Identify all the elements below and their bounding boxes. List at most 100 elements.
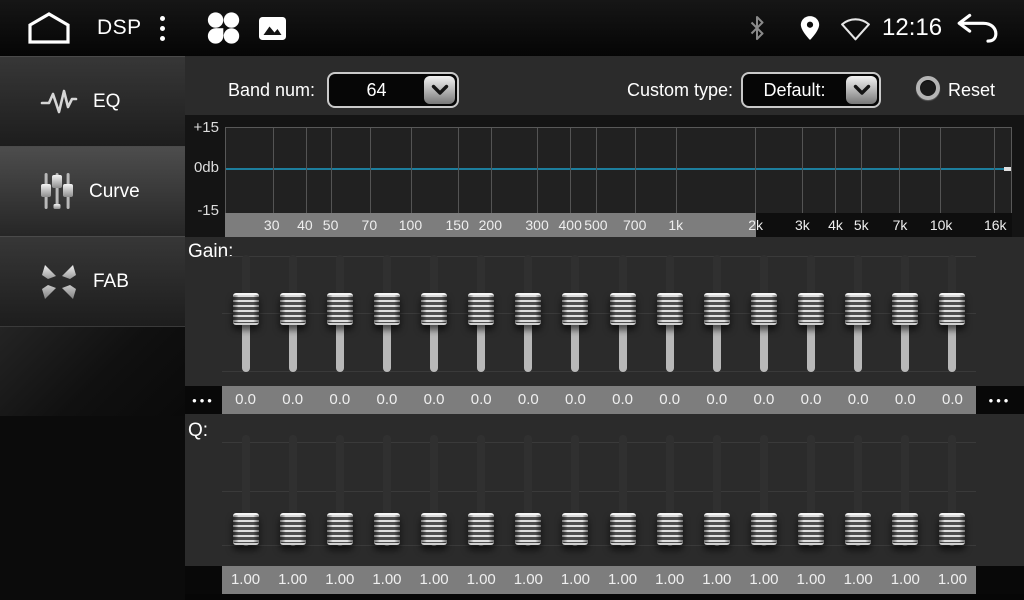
q-value: 1.00 xyxy=(222,566,269,594)
gain-slider[interactable] xyxy=(693,248,740,386)
q-slider[interactable] xyxy=(316,424,363,566)
sidebar-item-fab[interactable]: FAB xyxy=(0,236,185,326)
home-button[interactable] xyxy=(26,0,72,56)
q-slider-thumb[interactable] xyxy=(798,513,824,545)
q-slider[interactable] xyxy=(363,424,410,566)
gain-slider-thumb[interactable] xyxy=(515,293,541,325)
gain-more-right-button[interactable]: ••• xyxy=(976,386,1024,414)
q-slider-thumb[interactable] xyxy=(327,513,353,545)
custom-type-dropdown-button[interactable] xyxy=(846,76,877,104)
gain-slider-thumb[interactable] xyxy=(751,293,777,325)
q-slider[interactable] xyxy=(835,424,882,566)
gain-value: 0.0 xyxy=(552,386,599,414)
q-slider[interactable] xyxy=(929,424,976,566)
gain-slider[interactable] xyxy=(316,248,363,386)
gain-more-left-button[interactable]: ••• xyxy=(185,386,222,414)
gain-slider[interactable] xyxy=(599,248,646,386)
gain-slider-thumb[interactable] xyxy=(610,293,636,325)
q-slider[interactable] xyxy=(646,424,693,566)
q-slider-thumb[interactable] xyxy=(515,513,541,545)
q-slider[interactable] xyxy=(411,424,458,566)
band-num-dropdown-button[interactable] xyxy=(424,76,455,104)
q-slider-thumb[interactable] xyxy=(845,513,871,545)
q-slider[interactable] xyxy=(740,424,787,566)
gain-slider[interactable] xyxy=(222,248,269,386)
q-slider-thumb[interactable] xyxy=(939,513,965,545)
gain-slider-thumb[interactable] xyxy=(798,293,824,325)
q-slider-thumb[interactable] xyxy=(468,513,494,545)
reset-radio-button[interactable] xyxy=(916,76,940,100)
gain-slider[interactable] xyxy=(788,248,835,386)
gain-slider[interactable] xyxy=(882,248,929,386)
q-slider[interactable] xyxy=(269,424,316,566)
gain-slider[interactable] xyxy=(835,248,882,386)
gain-slider[interactable] xyxy=(458,248,505,386)
gain-slider-thumb[interactable] xyxy=(845,293,871,325)
gain-slider[interactable] xyxy=(929,248,976,386)
q-slider[interactable] xyxy=(882,424,929,566)
q-slider[interactable] xyxy=(788,424,835,566)
q-slider[interactable] xyxy=(552,424,599,566)
q-slider-thumb[interactable] xyxy=(751,513,777,545)
q-slider[interactable] xyxy=(458,424,505,566)
gain-slider[interactable] xyxy=(740,248,787,386)
chevron-down-icon xyxy=(431,84,449,96)
gain-slider-thumb[interactable] xyxy=(939,293,965,325)
back-button[interactable] xyxy=(955,0,999,56)
gain-slider[interactable] xyxy=(269,248,316,386)
q-slider-thumb[interactable] xyxy=(233,513,259,545)
gain-value: 0.0 xyxy=(599,386,646,414)
gain-slider[interactable] xyxy=(411,248,458,386)
q-slider-thumb[interactable] xyxy=(374,513,400,545)
freq-tick-label: 150 xyxy=(445,213,468,237)
overflow-menu-button[interactable] xyxy=(160,0,165,56)
freq-tick-label: 30 xyxy=(264,213,280,237)
gain-slider-thumb[interactable] xyxy=(892,293,918,325)
q-slider-thumb[interactable] xyxy=(657,513,683,545)
sidebar-item-curve[interactable]: Curve xyxy=(0,146,185,236)
clock: 12:16 xyxy=(882,0,942,56)
custom-type-dropdown[interactable]: Default: xyxy=(741,72,881,108)
freq-tick-label: 5k xyxy=(854,213,869,237)
gain-slider[interactable] xyxy=(505,248,552,386)
gallery-button[interactable] xyxy=(259,0,286,56)
q-slider-thumb[interactable] xyxy=(562,513,588,545)
q-more-right-button[interactable] xyxy=(976,566,1024,594)
q-value: 1.00 xyxy=(363,566,410,594)
q-more-left-button[interactable] xyxy=(185,566,222,594)
gain-value: 0.0 xyxy=(411,386,458,414)
freq-tick-label: 2k xyxy=(748,213,763,237)
q-slider[interactable] xyxy=(693,424,740,566)
gain-slider-thumb[interactable] xyxy=(280,293,306,325)
q-slider-thumb[interactable] xyxy=(704,513,730,545)
sidebar-item-eq[interactable]: EQ xyxy=(0,56,185,146)
eq-waveform-icon xyxy=(40,87,78,117)
gain-value: 0.0 xyxy=(458,386,505,414)
gain-slider[interactable] xyxy=(552,248,599,386)
gain-slider-thumb[interactable] xyxy=(562,293,588,325)
gain-slider-thumb[interactable] xyxy=(233,293,259,325)
gain-slider-thumb[interactable] xyxy=(704,293,730,325)
gain-slider[interactable] xyxy=(363,248,410,386)
q-slider-thumb[interactable] xyxy=(892,513,918,545)
apps-button[interactable] xyxy=(205,0,241,56)
q-slider-thumb[interactable] xyxy=(421,513,447,545)
q-slider[interactable] xyxy=(505,424,552,566)
gain-slider-thumb[interactable] xyxy=(374,293,400,325)
q-slider[interactable] xyxy=(599,424,646,566)
gain-slider-thumb[interactable] xyxy=(657,293,683,325)
q-slider-thumb[interactable] xyxy=(280,513,306,545)
gain-slider-thumb[interactable] xyxy=(421,293,447,325)
curve-plot-area[interactable] xyxy=(225,127,1012,213)
band-num-dropdown[interactable]: 64 xyxy=(327,72,459,108)
gain-slider-thumb[interactable] xyxy=(327,293,353,325)
freq-tick-label: 500 xyxy=(584,213,607,237)
sidebar: EQ Curve xyxy=(0,56,185,600)
gain-slider[interactable] xyxy=(646,248,693,386)
curve-line-end-cap xyxy=(1004,167,1011,171)
q-slider-thumb[interactable] xyxy=(610,513,636,545)
q-slider[interactable] xyxy=(222,424,269,566)
time-text: 12:16 xyxy=(882,14,942,42)
gain-slider-thumb[interactable] xyxy=(468,293,494,325)
wifi-status xyxy=(840,0,871,56)
